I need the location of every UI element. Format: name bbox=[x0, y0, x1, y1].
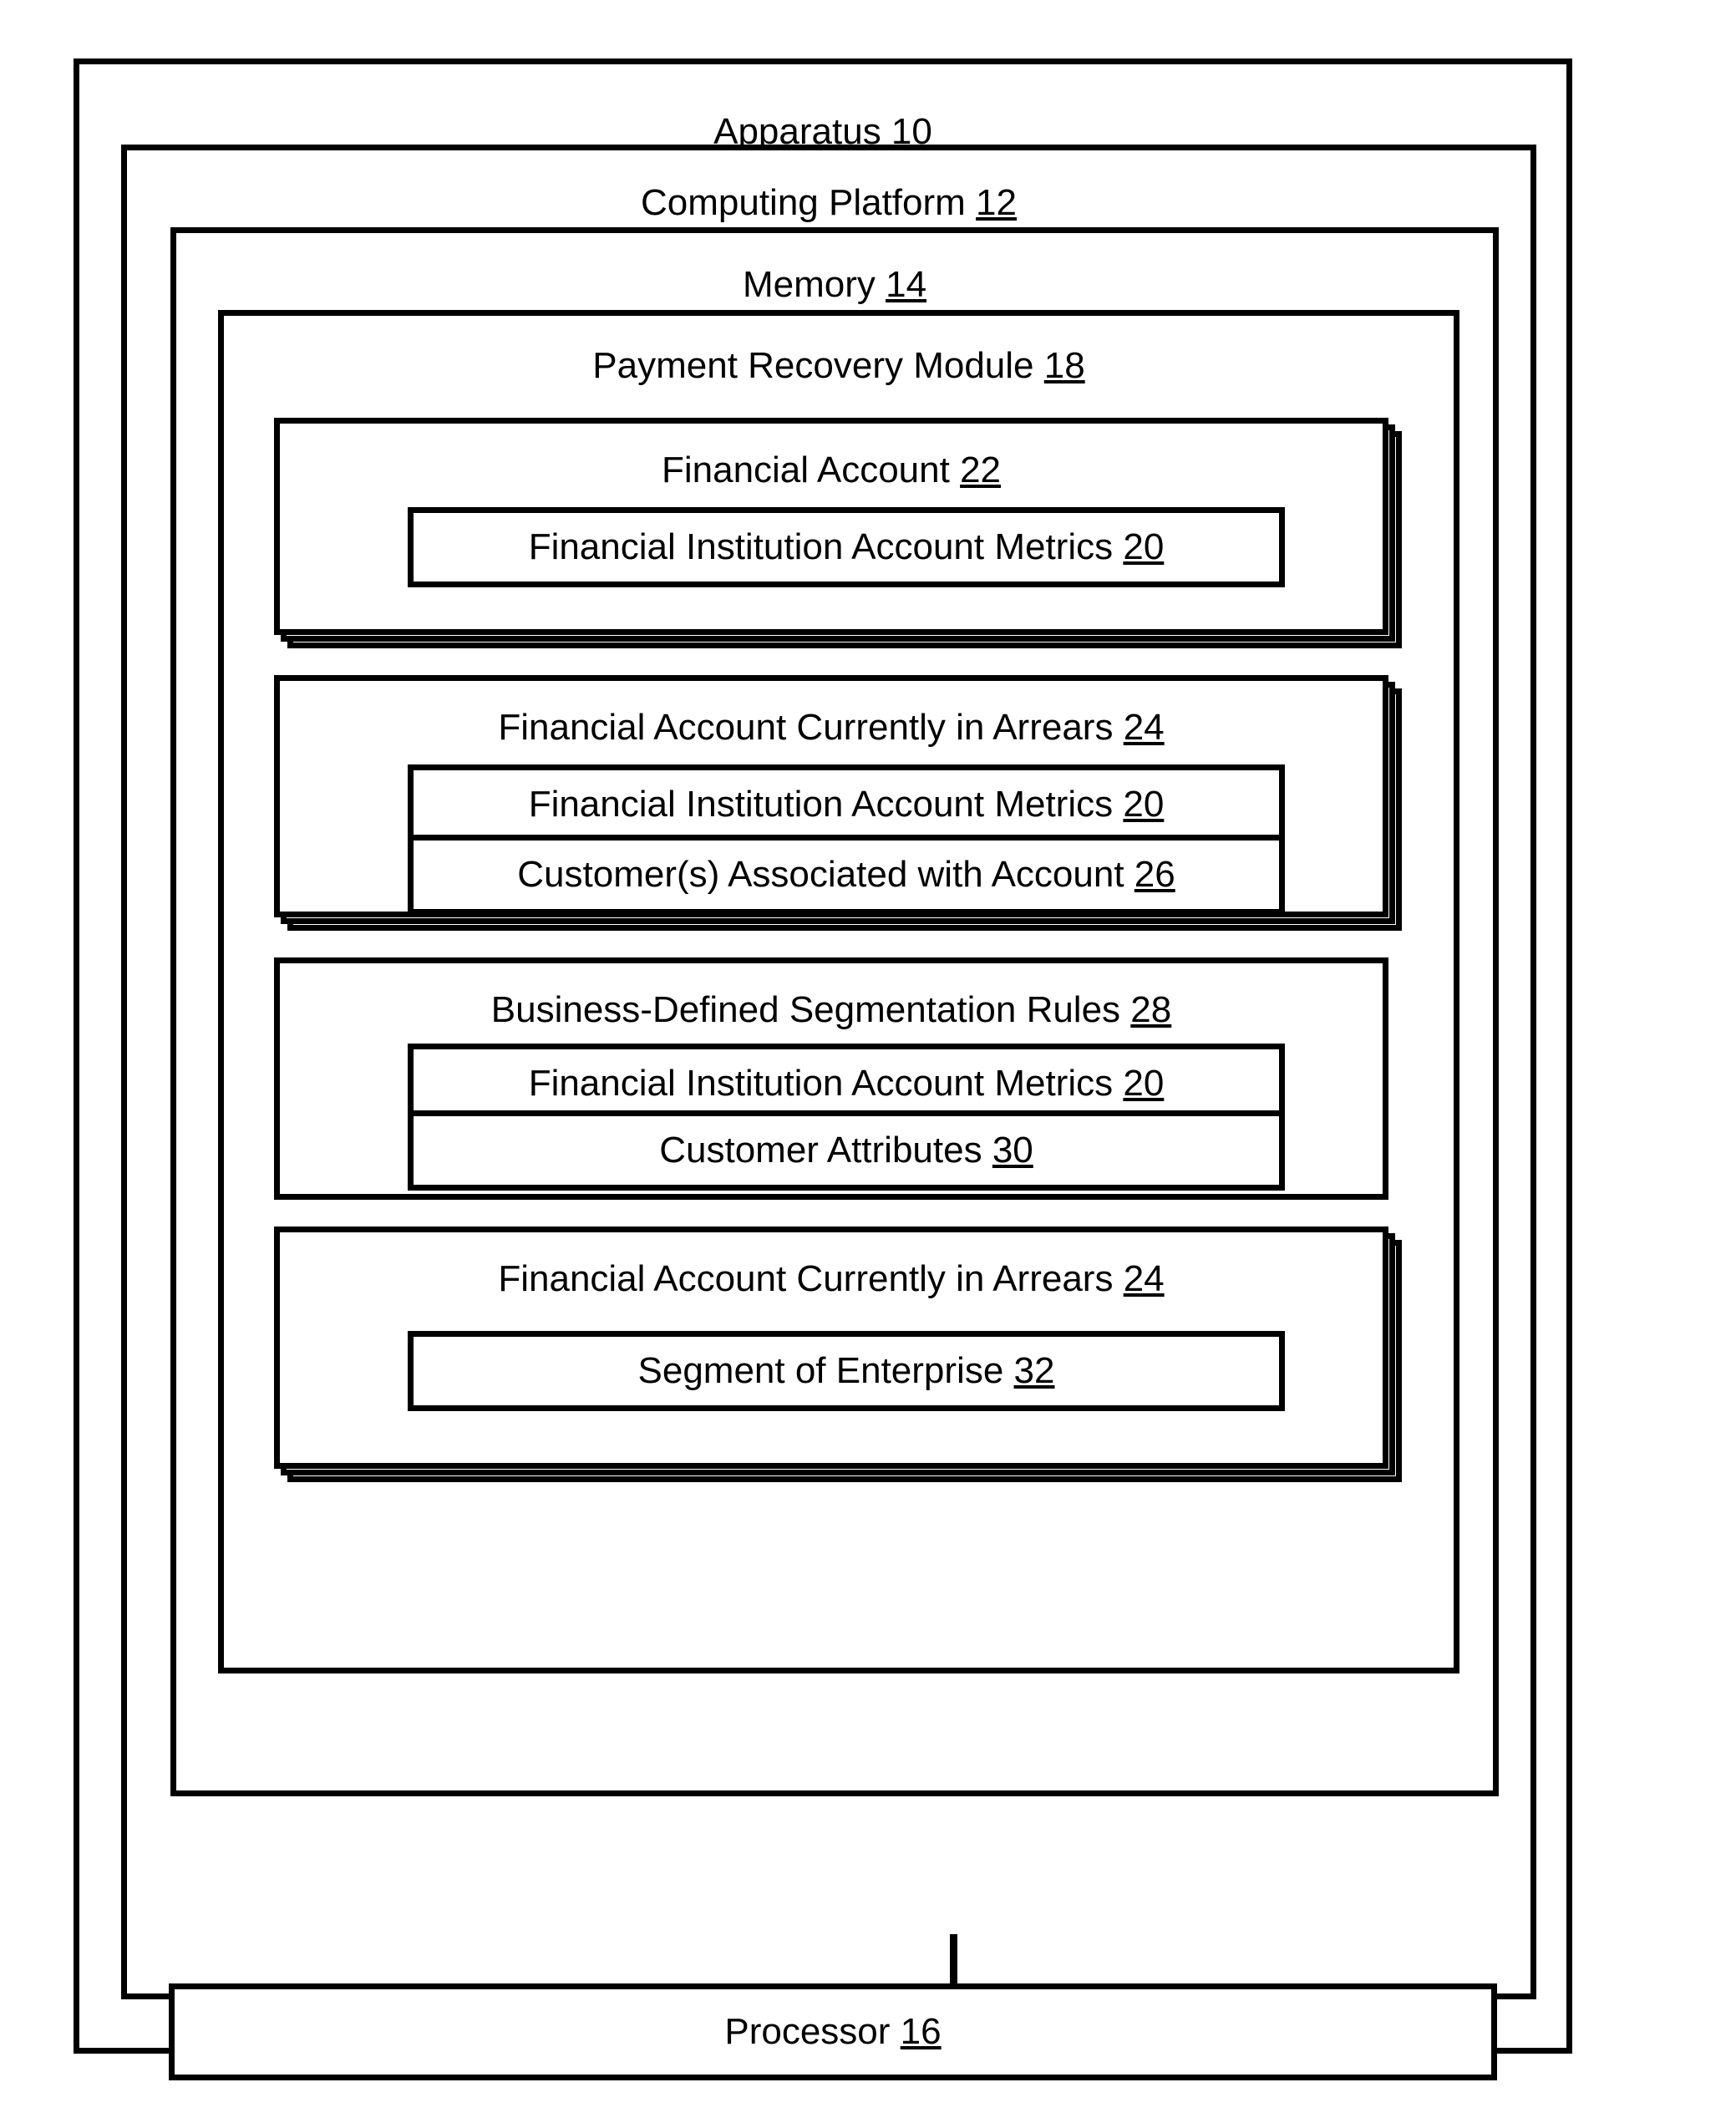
card-front: Financial Account Currently in Arrears 2… bbox=[274, 1227, 1388, 1469]
subbox-label: Financial Institution Account Metrics 20 bbox=[528, 1062, 1165, 1104]
card-title-label: Business-Defined Segmentation Rules bbox=[490, 989, 1121, 1030]
payment-recovery-module-title: Payment Recovery Module 18 bbox=[224, 345, 1454, 386]
payment-recovery-module-reference-numeral: 18 bbox=[1043, 345, 1085, 386]
subbox-reference-numeral: 26 bbox=[1134, 853, 1175, 895]
card-reference-numeral: 28 bbox=[1130, 989, 1172, 1030]
processor-title-label: Processor bbox=[724, 2010, 891, 2052]
memory-title-label: Memory bbox=[742, 264, 876, 305]
processor-title: Processor 16 bbox=[724, 2010, 942, 2052]
subbox-label: Financial Institution Account Metrics 20 bbox=[528, 526, 1165, 567]
memory-title: Memory 14 bbox=[176, 264, 1493, 305]
card-financial-account-in-arrears-metrics-customers: Financial Account Currently in Arrears 2… bbox=[274, 675, 1402, 931]
card-financial-account-in-arrears-segment: Financial Account Currently in Arrears 2… bbox=[274, 1227, 1402, 1482]
card-title: Financial Account 22 bbox=[280, 449, 1383, 490]
subbox-label: Customer(s) Associated with Account 26 bbox=[517, 853, 1175, 895]
subbox-reference-numeral: 20 bbox=[1123, 526, 1165, 567]
card-reference-numeral: 24 bbox=[1123, 707, 1165, 748]
card-title: Business-Defined Segmentation Rules 28 bbox=[280, 989, 1383, 1030]
card-title-label: Financial Account bbox=[661, 449, 950, 490]
subbox-text: Financial Institution Account Metrics bbox=[528, 1062, 1114, 1104]
payment-recovery-module-container: Payment Recovery Module 18 Financial Acc… bbox=[218, 310, 1459, 1673]
memory-container: Memory 14 Payment Recovery Module 18 Fin… bbox=[170, 227, 1499, 1796]
computing-platform-container: Computing Platform 12 Memory 14 Payment … bbox=[121, 145, 1536, 2080]
memory-processor-connector-line bbox=[950, 1934, 957, 1986]
subbox-label: Segment of Enterprise 32 bbox=[637, 1349, 1055, 1391]
subbox-customers-associated-with-account: Customer(s) Associated with Account 26 bbox=[408, 835, 1285, 915]
subbox-text: Segment of Enterprise bbox=[637, 1349, 1004, 1391]
card-reference-numeral: 24 bbox=[1123, 1258, 1165, 1299]
computing-platform-title-label: Computing Platform bbox=[640, 182, 966, 223]
subbox-text: Financial Institution Account Metrics bbox=[528, 783, 1114, 825]
subbox-label: Financial Institution Account Metrics 20 bbox=[528, 783, 1165, 825]
apparatus-container: Apparatus 10 Computing Platform 12 Memor… bbox=[74, 58, 1572, 2080]
subbox-reference-numeral: 30 bbox=[992, 1129, 1033, 1171]
subbox-reference-numeral: 20 bbox=[1123, 783, 1165, 825]
card-title-label: Financial Account Currently in Arrears bbox=[498, 1258, 1114, 1299]
subbox-text: Customer Attributes bbox=[659, 1129, 982, 1171]
card-front: Financial Account 22 Financial Instituti… bbox=[274, 418, 1388, 635]
card-reference-numeral: 22 bbox=[960, 449, 1002, 490]
subbox-reference-numeral: 20 bbox=[1123, 1062, 1165, 1104]
card-front: Financial Account Currently in Arrears 2… bbox=[274, 675, 1388, 917]
memory-reference-numeral: 14 bbox=[886, 264, 927, 305]
subbox-financial-institution-account-metrics: Financial Institution Account Metrics 20 bbox=[408, 507, 1285, 587]
computing-platform-title: Computing Platform 12 bbox=[127, 182, 1530, 223]
card-title: Financial Account Currently in Arrears 2… bbox=[280, 707, 1383, 748]
card-front: Business-Defined Segmentation Rules 28 F… bbox=[274, 957, 1388, 1200]
patent-figure-canvas: Apparatus 10 Computing Platform 12 Memor… bbox=[0, 0, 1736, 2128]
subbox-text: Customer(s) Associated with Account bbox=[517, 853, 1124, 895]
subbox-segment-of-enterprise: Segment of Enterprise 32 bbox=[408, 1331, 1285, 1411]
subbox-text: Financial Institution Account Metrics bbox=[528, 526, 1114, 567]
card-title: Financial Account Currently in Arrears 2… bbox=[280, 1258, 1383, 1299]
subbox-label: Customer Attributes 30 bbox=[659, 1130, 1033, 1171]
processor-reference-numeral: 16 bbox=[900, 2010, 942, 2052]
payment-recovery-module-title-label: Payment Recovery Module bbox=[592, 345, 1034, 386]
card-financial-account: Financial Account 22 Financial Instituti… bbox=[274, 418, 1402, 648]
card-business-defined-segmentation-rules: Business-Defined Segmentation Rules 28 F… bbox=[274, 957, 1388, 1200]
computing-platform-reference-numeral: 12 bbox=[976, 182, 1017, 223]
card-title-label: Financial Account Currently in Arrears bbox=[498, 707, 1114, 748]
processor-container: Processor 16 bbox=[169, 1983, 1497, 2080]
subbox-customer-attributes: Customer Attributes 30 bbox=[408, 1110, 1285, 1191]
subbox-reference-numeral: 32 bbox=[1013, 1349, 1055, 1391]
subbox-financial-institution-account-metrics: Financial Institution Account Metrics 20 bbox=[408, 764, 1285, 845]
